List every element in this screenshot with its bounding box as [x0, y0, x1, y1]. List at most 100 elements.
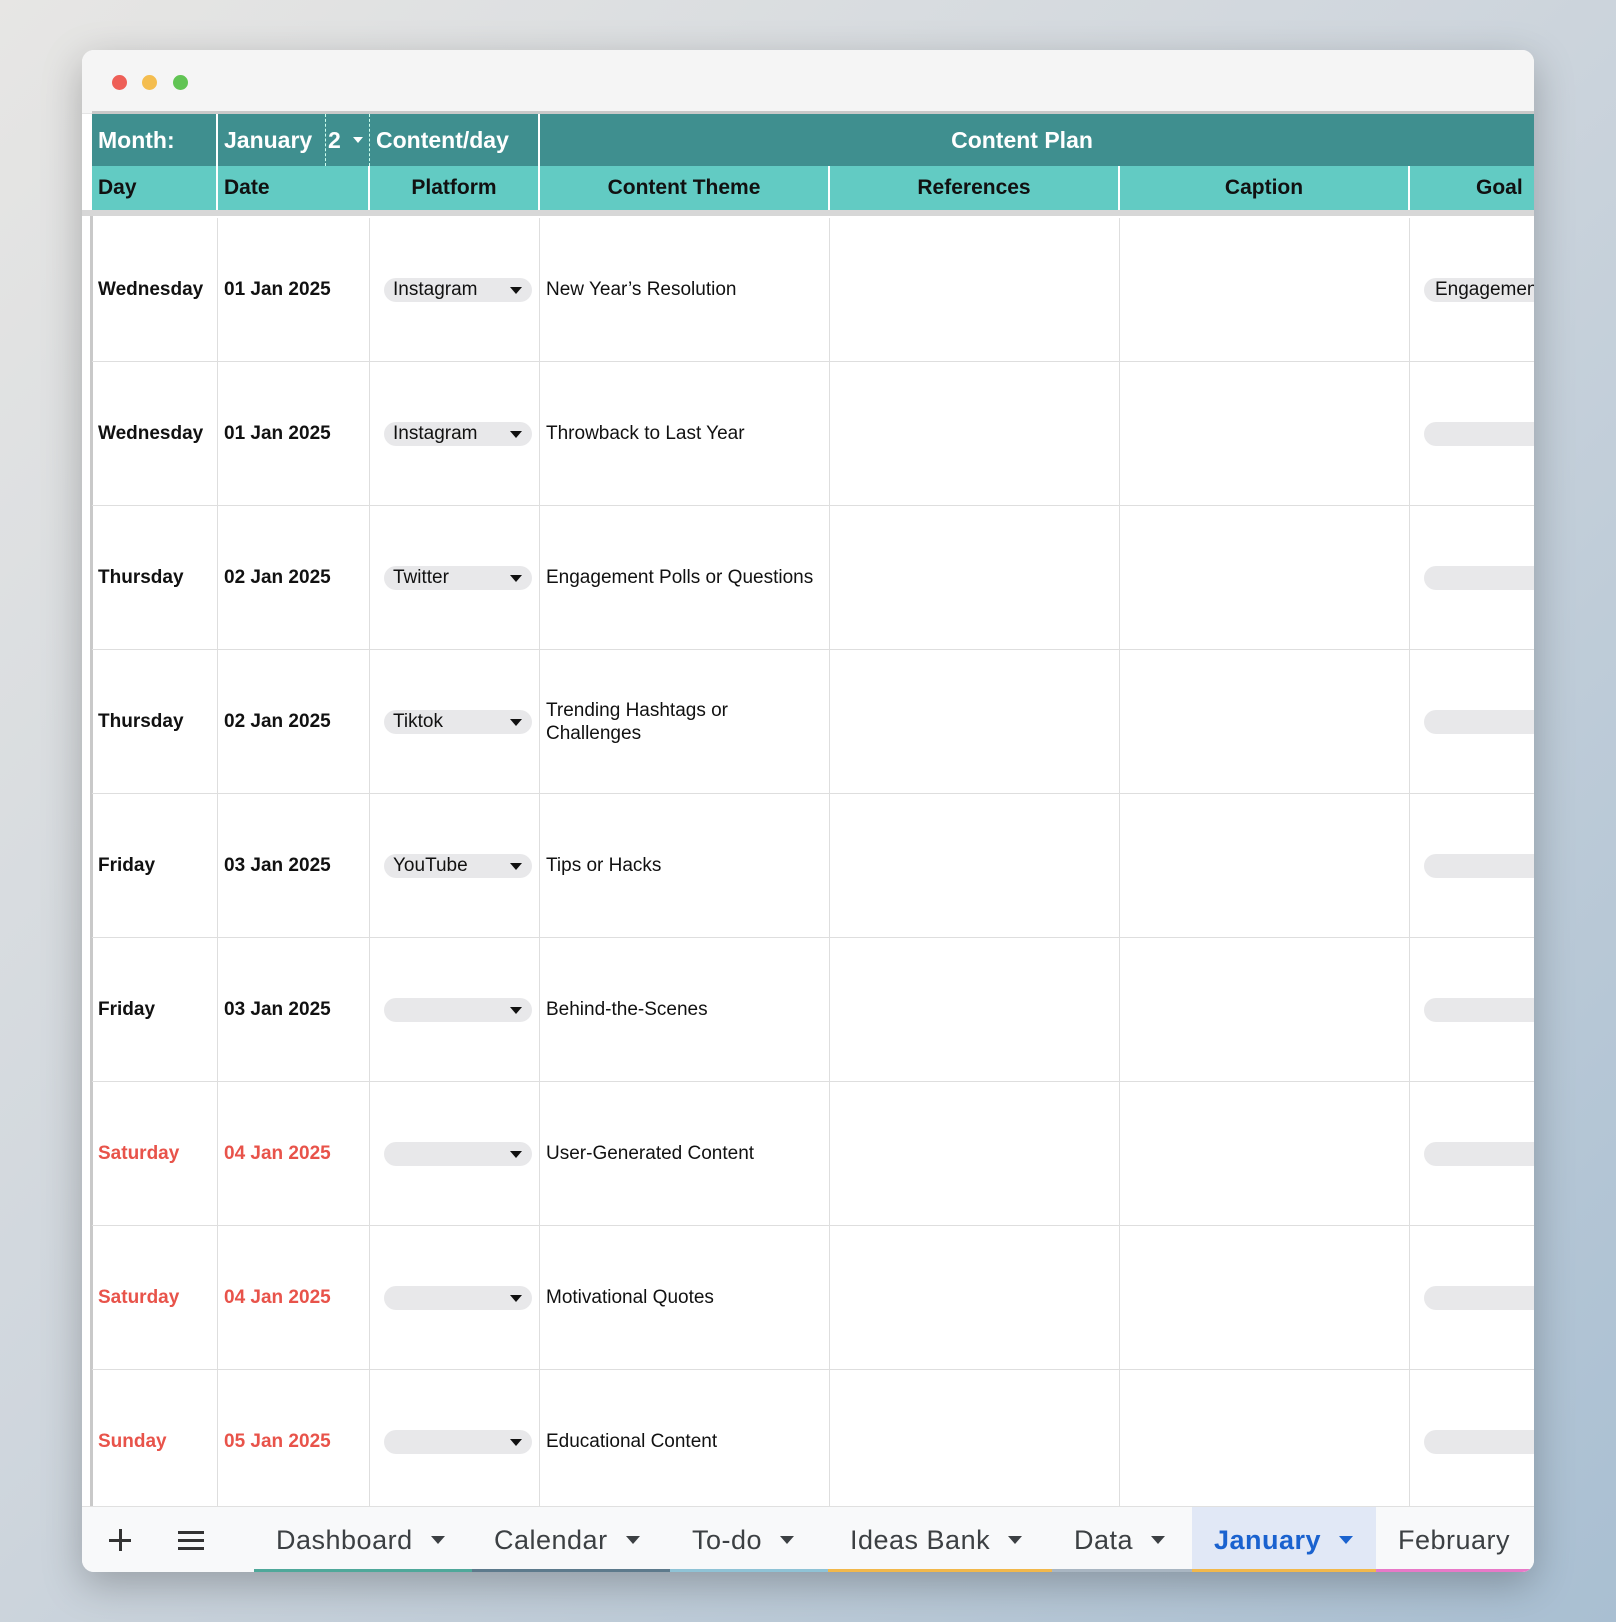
caption-cell[interactable]: [1120, 938, 1410, 1081]
content-theme-cell[interactable]: Behind-the-Scenes: [540, 938, 830, 1081]
plus-icon[interactable]: [109, 1529, 131, 1551]
references-cell[interactable]: [830, 1082, 1120, 1225]
day-cell[interactable]: Thursday: [92, 506, 218, 649]
platform-cell[interactable]: Twitter: [370, 506, 540, 649]
caption-cell[interactable]: [1120, 1370, 1410, 1513]
platform-cell[interactable]: [370, 1082, 540, 1225]
tab-january[interactable]: January: [1192, 1507, 1376, 1572]
caption-cell[interactable]: [1120, 1226, 1410, 1369]
menu-icon[interactable]: [178, 1531, 204, 1550]
day-cell[interactable]: Saturday: [92, 1226, 218, 1369]
chevron-down-icon[interactable]: [430, 1536, 445, 1544]
goal-dropdown[interactable]: [1424, 853, 1534, 878]
goal-cell[interactable]: [1410, 362, 1534, 505]
tab-calendar[interactable]: Calendar: [472, 1507, 670, 1572]
month-value[interactable]: January: [224, 127, 312, 154]
platform-cell[interactable]: Instagram: [370, 218, 540, 361]
content-theme-cell[interactable]: Engagement Polls or Questions: [540, 506, 830, 649]
platform-cell[interactable]: [370, 938, 540, 1081]
goal-cell[interactable]: [1410, 1370, 1534, 1513]
caption-cell[interactable]: [1120, 218, 1410, 361]
caption-cell[interactable]: [1120, 506, 1410, 649]
references-cell[interactable]: [830, 362, 1120, 505]
goal-cell[interactable]: [1410, 506, 1534, 649]
column-header-platform[interactable]: Platform: [370, 166, 540, 210]
goal-dropdown[interactable]: [1424, 1141, 1534, 1166]
caption-cell[interactable]: [1120, 362, 1410, 505]
date-cell[interactable]: 01 Jan 2025: [218, 362, 370, 505]
date-cell[interactable]: 01 Jan 2025: [218, 218, 370, 361]
day-cell[interactable]: Wednesday: [92, 218, 218, 361]
platform-dropdown[interactable]: Tiktok: [384, 709, 532, 734]
chevron-down-icon[interactable]: [510, 1006, 522, 1014]
platform-dropdown[interactable]: Instagram: [384, 421, 532, 446]
minimize-window-button[interactable]: [142, 75, 157, 90]
chevron-down-icon[interactable]: [510, 574, 522, 582]
platform-dropdown[interactable]: [384, 1141, 532, 1166]
platform-dropdown[interactable]: [384, 1429, 532, 1454]
content-theme-cell[interactable]: New Year’s Resolution: [540, 218, 830, 361]
day-cell[interactable]: Friday: [92, 938, 218, 1081]
day-cell[interactable]: Wednesday: [92, 362, 218, 505]
references-cell[interactable]: [830, 506, 1120, 649]
date-cell[interactable]: 04 Jan 2025: [218, 1226, 370, 1369]
goal-cell[interactable]: [1410, 650, 1534, 793]
day-cell[interactable]: Thursday: [92, 650, 218, 793]
platform-cell[interactable]: Instagram: [370, 362, 540, 505]
references-cell[interactable]: [830, 938, 1120, 1081]
goal-cell[interactable]: Engagement: [1410, 218, 1534, 361]
chevron-down-icon[interactable]: [625, 1536, 640, 1544]
column-header-content-theme[interactable]: Content Theme: [540, 166, 830, 210]
chevron-down-icon[interactable]: [352, 137, 363, 143]
date-cell[interactable]: 05 Jan 2025: [218, 1370, 370, 1513]
month-select-cell[interactable]: January: [218, 114, 326, 166]
date-cell[interactable]: 03 Jan 2025: [218, 794, 370, 937]
chevron-down-icon[interactable]: [510, 286, 522, 294]
date-cell[interactable]: 03 Jan 2025: [218, 938, 370, 1081]
platform-dropdown[interactable]: YouTube: [384, 853, 532, 878]
content-theme-cell[interactable]: Motivational Quotes: [540, 1226, 830, 1369]
column-header-date[interactable]: Date: [218, 166, 370, 210]
chevron-down-icon[interactable]: [1339, 1536, 1354, 1544]
add-sheet-button[interactable]: [104, 1507, 136, 1572]
chevron-down-icon[interactable]: [510, 430, 522, 438]
day-cell[interactable]: Sunday: [92, 1370, 218, 1513]
content-per-day-select[interactable]: 2: [326, 114, 370, 166]
caption-cell[interactable]: [1120, 1082, 1410, 1225]
date-cell[interactable]: 02 Jan 2025: [218, 506, 370, 649]
content-theme-cell[interactable]: Throwback to Last Year: [540, 362, 830, 505]
chevron-down-icon[interactable]: [780, 1536, 795, 1544]
platform-dropdown[interactable]: [384, 1285, 532, 1310]
close-window-button[interactable]: [112, 75, 127, 90]
goal-dropdown[interactable]: Engagement: [1424, 277, 1534, 302]
column-header-caption[interactable]: Caption: [1120, 166, 1410, 210]
chevron-down-icon[interactable]: [510, 1438, 522, 1446]
chevron-down-icon[interactable]: [510, 1150, 522, 1158]
goal-cell[interactable]: [1410, 794, 1534, 937]
goal-cell[interactable]: [1410, 938, 1534, 1081]
goal-dropdown[interactable]: [1424, 709, 1534, 734]
platform-dropdown[interactable]: Twitter: [384, 565, 532, 590]
maximize-window-button[interactable]: [173, 75, 188, 90]
content-per-day-value[interactable]: 2: [328, 127, 341, 154]
references-cell[interactable]: [830, 794, 1120, 937]
date-cell[interactable]: 04 Jan 2025: [218, 1082, 370, 1225]
tab-dashboard[interactable]: Dashboard: [254, 1507, 472, 1572]
chevron-down-icon[interactable]: [510, 862, 522, 870]
tab-to-do[interactable]: To-do: [670, 1507, 828, 1572]
day-cell[interactable]: Saturday: [92, 1082, 218, 1225]
platform-dropdown[interactable]: Instagram: [384, 277, 532, 302]
column-header-references[interactable]: References: [830, 166, 1120, 210]
tab-february[interactable]: February: [1376, 1507, 1534, 1572]
goal-dropdown[interactable]: [1424, 421, 1534, 446]
chevron-down-icon[interactable]: [1008, 1536, 1023, 1544]
chevron-down-icon[interactable]: [510, 718, 522, 726]
platform-dropdown[interactable]: [384, 997, 532, 1022]
column-header-goal[interactable]: Goal: [1410, 166, 1534, 210]
references-cell[interactable]: [830, 218, 1120, 361]
content-theme-cell[interactable]: Educational Content: [540, 1370, 830, 1513]
platform-cell[interactable]: [370, 1370, 540, 1513]
content-theme-cell[interactable]: User-Generated Content: [540, 1082, 830, 1225]
chevron-down-icon[interactable]: [1151, 1536, 1166, 1544]
tab-ideas-bank[interactable]: Ideas Bank: [828, 1507, 1052, 1572]
